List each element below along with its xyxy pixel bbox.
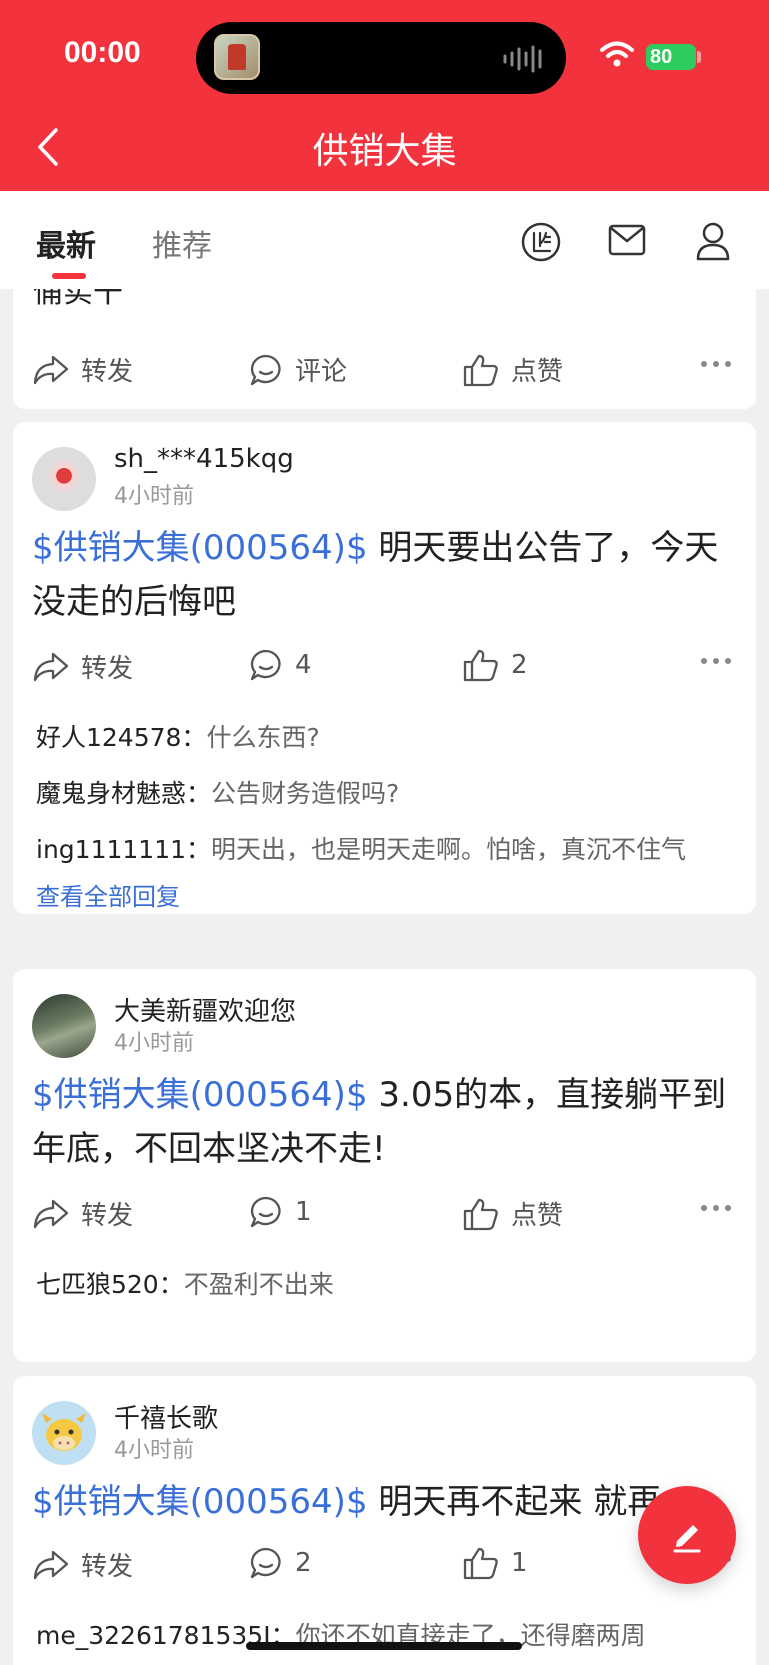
tab-latest[interactable]: 最新 (36, 221, 96, 265)
tabs-bar: 最新 推荐 (0, 191, 769, 289)
active-tab-indicator (52, 273, 86, 279)
reply-text: 什么东西? (206, 723, 320, 752)
share-button[interactable]: 转发 (33, 648, 133, 685)
like-label: 点赞 (511, 357, 564, 387)
post-card[interactable]: sh_***415kqg 4小时前 $供销大集(000564)$ 明天要出公告了… (13, 422, 756, 914)
stock-tag-link[interactable]: $供销大集(000564)$ (32, 1075, 368, 1115)
reply-author: 七匹狼520： (36, 1270, 184, 1299)
like-icon (463, 1198, 498, 1230)
like-count: 1 (511, 1548, 528, 1578)
reply-item[interactable]: 魔鬼身材魅惑：公告财务造假吗? (36, 774, 736, 810)
like-button[interactable]: 点赞 (463, 1195, 563, 1232)
like-button[interactable]: 1 (463, 1546, 528, 1580)
share-button[interactable]: 转发 (33, 351, 133, 388)
reply-item[interactable]: 好人124578：什么东西? (36, 718, 736, 754)
like-icon (463, 354, 498, 386)
avatar[interactable] (32, 1401, 96, 1465)
comment-count: 4 (295, 650, 312, 680)
home-indicator (246, 1642, 522, 1650)
comment-count: 2 (295, 1548, 312, 1578)
post-text[interactable]: $供销大集(000564)$ 3.05的本，直接躺平到年底，不回本坚决不走! (32, 1068, 742, 1176)
dynamic-island (196, 22, 566, 94)
more-icon[interactable] (699, 656, 733, 666)
like-count: 2 (511, 650, 528, 680)
view-all-replies-link[interactable]: 查看全部回复 (36, 877, 180, 912)
avatar[interactable] (32, 994, 96, 1058)
like-icon (463, 649, 498, 682)
edit-icon (673, 1525, 701, 1553)
share-label: 转发 (81, 1201, 134, 1231)
stock-tag-link[interactable]: $供销大集(000564)$ (32, 528, 368, 568)
battery-level: 80 (650, 46, 673, 68)
reply-text: 不盈利不出来 (183, 1270, 334, 1299)
comment-label: 评论 (295, 357, 348, 387)
comment-icon (250, 1547, 281, 1579)
like-button[interactable]: 2 (463, 648, 528, 682)
comment-count: 1 (295, 1197, 312, 1227)
battery-tip (697, 51, 701, 63)
comment-icon (250, 649, 281, 681)
comment-icon (250, 1196, 281, 1228)
comment-button[interactable]: 评论 (249, 351, 347, 388)
more-icon[interactable] (699, 359, 733, 369)
post-time: 4小时前 (114, 1438, 194, 1463)
comment-icon (250, 354, 281, 385)
username[interactable]: 千禧长歌 (114, 1398, 218, 1435)
comment-button[interactable]: 1 (249, 1195, 312, 1229)
status-time: 00:00 (64, 36, 141, 69)
post-time: 4小时前 (114, 1031, 194, 1056)
wifi-icon (600, 41, 634, 67)
post-text[interactable]: $供销大集(000564)$ 明天要出公告了，今天没走的后悔吧 (32, 521, 742, 629)
page-title: 供销大集 (312, 131, 457, 172)
post-body: 明天再不起来 就再 (367, 1482, 662, 1522)
share-label: 转发 (81, 357, 134, 387)
action-row: 转发 1 点赞 (13, 1195, 756, 1235)
share-label: 转发 (81, 654, 134, 684)
mail-icon[interactable] (608, 224, 646, 256)
compose-button[interactable] (638, 1486, 736, 1584)
share-icon (33, 652, 69, 681)
reply-author: ing1111111： (36, 835, 212, 864)
avatar[interactable] (32, 447, 96, 511)
user-icon[interactable] (695, 221, 731, 261)
share-icon (33, 1199, 69, 1228)
stock-tag-link[interactable]: $供销大集(000564)$ (32, 1482, 368, 1522)
reply-item[interactable]: ing1111111：明天出，也是明天走啊。怕啥，真沉不住气 (36, 830, 736, 866)
username[interactable]: 大美新疆欢迎您 (114, 991, 296, 1028)
post-card[interactable]: 大美新疆欢迎您 4小时前 $供销大集(000564)$ 3.05的本，直接躺平到… (13, 969, 756, 1362)
reply-author: 好人124578： (36, 723, 207, 752)
more-icon[interactable] (699, 1203, 733, 1213)
cow-avatar-icon (42, 1413, 86, 1451)
like-icon (463, 1547, 498, 1580)
reply-text: 明天出，也是明天走啊。怕啥，真沉不住气 (211, 835, 687, 864)
app-header: 00:00 80 供销大集 (0, 0, 769, 191)
battery-indicator: 80 (646, 44, 696, 70)
reply-text: 公告财务造假吗? (211, 779, 400, 808)
like-label: 点赞 (511, 1201, 564, 1231)
share-button[interactable]: 转发 (33, 1546, 133, 1583)
share-icon (33, 1550, 69, 1579)
username[interactable]: sh_***415kqg (114, 444, 294, 474)
share-icon (33, 355, 69, 384)
reply-author: 魔鬼身材魅惑： (36, 779, 212, 808)
reply-item[interactable]: 七匹狼520：不盈利不出来 (36, 1265, 736, 1301)
comment-button[interactable]: 2 (249, 1546, 312, 1580)
action-row: 转发 评论 点赞 (13, 351, 756, 391)
share-label: 转发 (81, 1552, 134, 1582)
post-text[interactable]: $供销大集(000564)$ 明天再不起来 就再 (32, 1475, 742, 1529)
status-bar: 00:00 80 (0, 0, 769, 110)
like-button[interactable]: 点赞 (463, 351, 563, 388)
tab-recommend[interactable]: 推荐 (152, 221, 212, 265)
share-button[interactable]: 转发 (33, 1195, 133, 1232)
action-row: 转发 4 2 (13, 648, 756, 688)
post-time: 4小时前 (114, 484, 194, 509)
audio-wave-icon (503, 45, 542, 73)
comment-button[interactable]: 4 (249, 648, 312, 682)
app-thumbnail-icon (214, 34, 260, 80)
stock-bar-icon[interactable] (520, 221, 562, 263)
